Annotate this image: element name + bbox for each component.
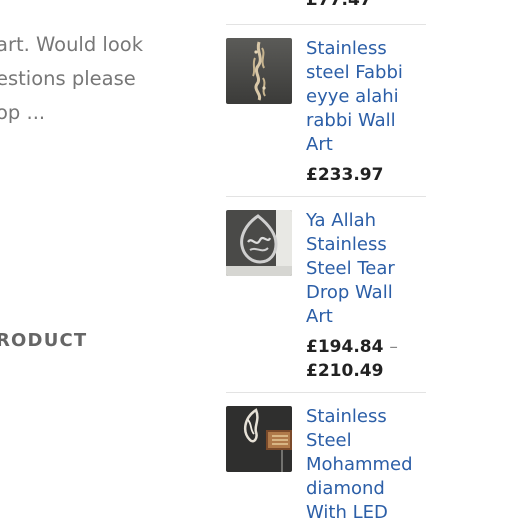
product-thumbnail[interactable] [226, 38, 292, 104]
title-line: Stainless [306, 38, 387, 59]
description-line: op ... [0, 101, 46, 124]
title-line: Drop Wall [306, 282, 393, 303]
title-line: rabbi Wall [306, 110, 396, 131]
title-line: Mohammed [306, 454, 413, 475]
product-price: £233.97 [306, 165, 384, 185]
description-line: art. Would look [0, 33, 144, 56]
price-high: £210.49 [306, 361, 384, 381]
price-separator: – [389, 337, 398, 357]
calligraphy-vertical-image [226, 38, 292, 104]
title-line: With LED [306, 502, 388, 523]
product-title-link[interactable]: Ya Allah Stainless Steel Tear Drop Wall … [306, 209, 424, 329]
product-thumbnail[interactable] [226, 210, 292, 276]
title-line: Steel Tear [306, 258, 395, 279]
title-line: Steel [306, 430, 352, 451]
title-line: steel Fabbi [306, 62, 403, 83]
title-line: Stainless [306, 406, 387, 427]
title-line: Stainless [306, 234, 387, 255]
title-line: Art [306, 306, 333, 327]
divider [226, 392, 426, 393]
divider [226, 196, 426, 197]
calligraphy-teardrop-image [226, 210, 292, 276]
product-price-range: £194.84 – £210.49 [306, 335, 426, 383]
product-thumbnail[interactable] [226, 406, 292, 472]
title-line: Ya Allah [306, 210, 377, 231]
product-title-link[interactable]: Stainless Steel Mohammed diamond With LE… [306, 405, 424, 525]
section-heading: RODUCT [0, 330, 88, 351]
price-low: £194.84 [306, 337, 384, 357]
product-title-link[interactable]: Stainless steel Fabbi eyye alahi rabbi W… [306, 37, 424, 157]
title-line: Art [306, 134, 333, 155]
title-line: eyye alahi [306, 86, 399, 107]
divider [226, 24, 426, 25]
product-price: £77.47 [306, 0, 372, 10]
calligraphy-led-image [226, 406, 292, 472]
description-line: estions please [0, 67, 136, 90]
product-description-excerpt: art. Would look estions please op ... [0, 28, 196, 130]
title-line: diamond [306, 478, 385, 499]
